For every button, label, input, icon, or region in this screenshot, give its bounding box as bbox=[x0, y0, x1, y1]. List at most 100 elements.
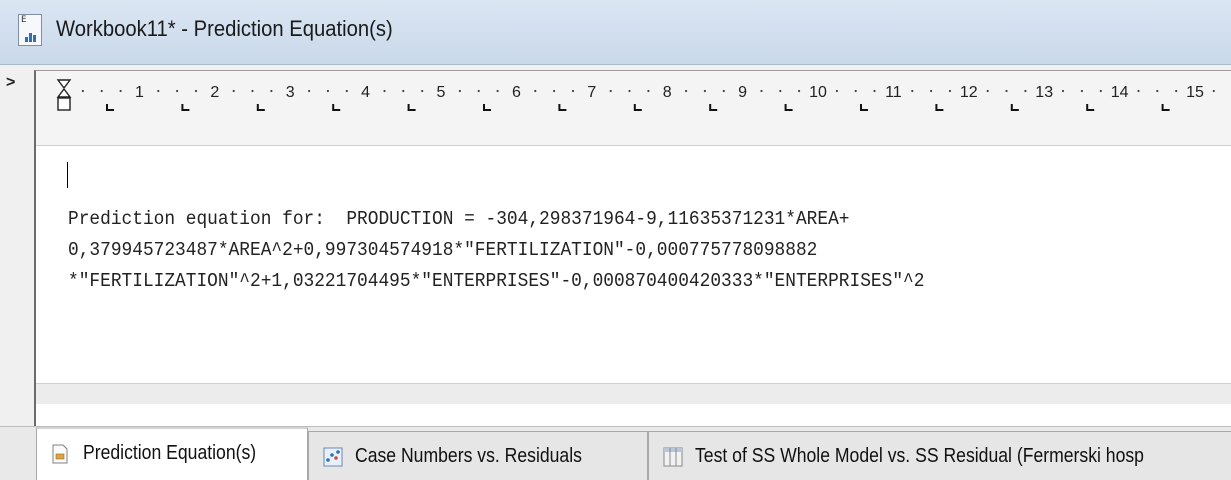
tab-stop-icon[interactable] bbox=[935, 104, 944, 111]
tab-prediction-equations[interactable]: Prediction Equation(s) bbox=[36, 427, 308, 480]
ruler-number: 1 bbox=[135, 84, 144, 101]
tab-stop-icon[interactable] bbox=[633, 104, 642, 111]
ruler-dot bbox=[722, 89, 725, 93]
ruler-dot bbox=[609, 89, 612, 93]
ruler-dot bbox=[703, 89, 707, 93]
ruler-dot bbox=[1024, 89, 1027, 93]
ruler-scale: 1 2 3 4 5 6 7 8 9 10 11 12 13 14 15 bbox=[56, 79, 1215, 111]
equation-line: Prediction equation for: PRODUCTION = -3… bbox=[68, 208, 850, 230]
ruler-dot bbox=[685, 89, 688, 93]
ruler-number: 4 bbox=[361, 84, 370, 101]
ruler-dot bbox=[326, 89, 329, 93]
ruler-dot bbox=[100, 89, 103, 93]
ruler-dot bbox=[986, 89, 989, 93]
ruler-dot bbox=[911, 89, 914, 93]
ruler-dot bbox=[779, 89, 782, 93]
tab-stop-icon[interactable] bbox=[860, 104, 868, 111]
tab-stop-icon[interactable] bbox=[1086, 104, 1095, 111]
ruler-dot bbox=[176, 89, 179, 93]
ruler-number: 3 bbox=[286, 84, 295, 101]
workbook-icon[interactable]: E bbox=[18, 14, 42, 46]
tab-stop-icon[interactable] bbox=[256, 104, 265, 111]
ruler-number: 8 bbox=[663, 84, 672, 101]
equation-line: 0,379945723487*AREA^2+0,997304574918*"FE… bbox=[68, 239, 818, 261]
ruler-dot bbox=[628, 89, 631, 93]
horizontal-scrollbar[interactable] bbox=[36, 383, 1231, 404]
ruler-number: 11 bbox=[885, 84, 902, 101]
window-title: Workbook11* - Prediction Equation(s) bbox=[56, 16, 393, 41]
tab-case-numbers-vs-residuals[interactable]: Case Numbers vs. Residuals bbox=[308, 431, 648, 480]
ruler-dot bbox=[835, 89, 839, 93]
ruler-number: 2 bbox=[210, 84, 219, 101]
tab-label: Prediction Equation(s) bbox=[83, 442, 257, 464]
ruler-dot bbox=[270, 89, 273, 93]
ruler-dot bbox=[345, 89, 348, 93]
indent-marker-icon[interactable] bbox=[56, 79, 72, 111]
margin-arrow-icon: > bbox=[6, 74, 16, 91]
ruler[interactable]: 1 2 3 4 5 6 7 8 9 10 11 12 13 14 15 bbox=[36, 71, 1231, 146]
ruler-dot bbox=[534, 89, 537, 93]
ruler-number: 6 bbox=[512, 84, 521, 101]
ruler-dot bbox=[553, 89, 556, 93]
ruler-number: 9 bbox=[738, 84, 747, 101]
ruler-dot bbox=[308, 89, 311, 93]
tab-stop-icon[interactable] bbox=[483, 104, 491, 111]
scatter-chart-icon bbox=[323, 447, 343, 467]
tab-stop-icon[interactable] bbox=[709, 104, 718, 111]
ruler-dot bbox=[119, 89, 122, 93]
tab-stop-icon[interactable] bbox=[181, 104, 190, 111]
ruler-dot bbox=[647, 89, 650, 93]
ruler-dot bbox=[477, 89, 480, 93]
ruler-dot bbox=[798, 89, 801, 93]
tab-label: Case Numbers vs. Residuals bbox=[355, 445, 582, 467]
ruler-dot bbox=[232, 89, 235, 93]
tab-stop-icon[interactable] bbox=[784, 104, 793, 111]
ruler-dot bbox=[571, 89, 575, 93]
workbook-icon-bars bbox=[25, 32, 37, 42]
ruler-number: 12 bbox=[960, 84, 978, 101]
document-pane[interactable]: 1 2 3 4 5 6 7 8 9 10 11 12 13 14 15 Prediction equatio… bbox=[34, 70, 1231, 427]
workbook-icon-tag: E bbox=[21, 15, 27, 25]
spreadsheet-icon bbox=[663, 447, 683, 467]
equation-line: *"FERTILIZATION"^2+1,03221704495*"ENTERP… bbox=[68, 270, 925, 292]
ruler-dot bbox=[157, 89, 160, 93]
ruler-dot bbox=[1212, 89, 1215, 93]
window-titlebar[interactable]: E Workbook11* - Prediction Equation(s) bbox=[0, 0, 1231, 65]
ruler-dot bbox=[1156, 89, 1159, 93]
ruler-number: 14 bbox=[1111, 84, 1129, 101]
tab-label: Test of SS Whole Model vs. SS Residual (… bbox=[695, 445, 1144, 467]
tab-stop-icon[interactable] bbox=[558, 104, 567, 111]
ruler-dot bbox=[1175, 89, 1178, 93]
sheet-tab-strip: Prediction Equation(s) Case Numbers vs. … bbox=[0, 426, 1231, 480]
tab-stop-icon[interactable] bbox=[1010, 104, 1019, 111]
ruler-dot bbox=[421, 89, 424, 93]
document-icon bbox=[52, 444, 68, 464]
ruler-dot bbox=[251, 89, 254, 93]
equation-editor[interactable]: Prediction equation for: PRODUCTION = -3… bbox=[36, 146, 1231, 404]
ruler-dot bbox=[496, 89, 499, 93]
ruler-dot bbox=[383, 89, 386, 93]
ruler-dot bbox=[194, 89, 198, 93]
ruler-dot bbox=[1061, 89, 1065, 93]
ruler-number: 10 bbox=[809, 84, 827, 101]
ruler-dot bbox=[1005, 89, 1008, 93]
ruler-dot bbox=[1137, 89, 1140, 93]
ruler-number: 7 bbox=[587, 84, 596, 101]
ruler-dot bbox=[760, 89, 763, 93]
tab-stop-icon[interactable] bbox=[1161, 104, 1170, 111]
ruler-dot bbox=[930, 89, 933, 93]
tab-stop-icon[interactable] bbox=[106, 104, 114, 111]
ruler-dot bbox=[402, 89, 405, 93]
ruler-dot bbox=[81, 89, 84, 93]
ruler-dot bbox=[948, 89, 952, 93]
ruler-dot bbox=[854, 89, 857, 93]
ruler-dot bbox=[458, 89, 461, 93]
ruler-number: 15 bbox=[1186, 84, 1204, 101]
prediction-equation-text: Prediction equation for: PRODUCTION = -3… bbox=[68, 204, 924, 297]
text-caret bbox=[67, 162, 68, 188]
ruler-number: 13 bbox=[1035, 84, 1053, 101]
ruler-dot bbox=[873, 89, 876, 93]
tab-test-ss-whole-model[interactable]: Test of SS Whole Model vs. SS Residual (… bbox=[648, 431, 1231, 480]
tab-stop-icon[interactable] bbox=[407, 104, 416, 111]
tab-stop-icon[interactable] bbox=[332, 104, 341, 111]
